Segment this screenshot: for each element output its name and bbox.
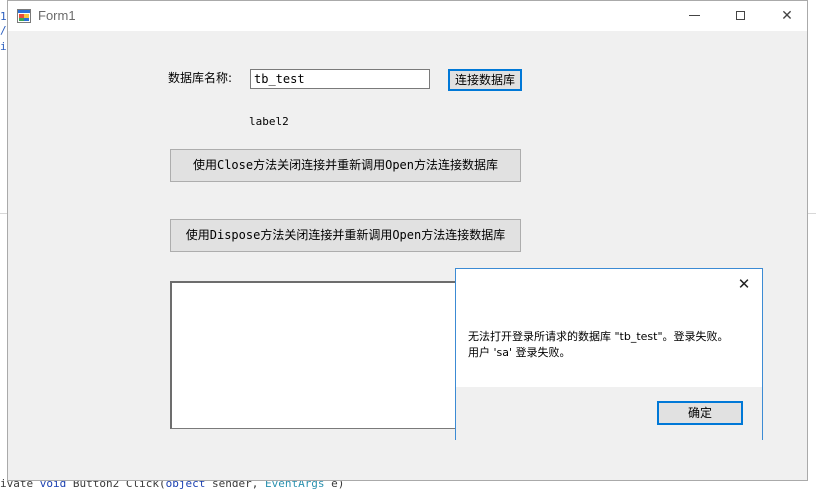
db-name-label: 数据库名称: bbox=[168, 71, 233, 85]
close-icon: ✕ bbox=[781, 8, 793, 24]
status-label: label2 bbox=[249, 115, 289, 128]
error-dialog: ✕ 无法打开登录所请求的数据库 "tb_test"。登录失败。 用户 'sa' … bbox=[455, 268, 763, 440]
connect-db-button[interactable]: 连接数据库 bbox=[448, 69, 522, 91]
title-bar[interactable]: Form1 ✕ bbox=[8, 1, 807, 31]
output-textbox[interactable] bbox=[170, 281, 470, 429]
ide-gutter-mark: 1 bbox=[0, 10, 7, 23]
maximize-icon bbox=[736, 11, 745, 20]
winforms-app-icon bbox=[17, 9, 31, 23]
ide-separator bbox=[808, 213, 816, 214]
minimize-icon bbox=[689, 15, 700, 16]
db-name-input[interactable]: tb_test bbox=[250, 69, 430, 89]
minimize-button[interactable] bbox=[672, 1, 718, 31]
maximize-button[interactable] bbox=[718, 1, 764, 31]
dialog-message: 无法打开登录所请求的数据库 "tb_test"。登录失败。 用户 'sa' 登录… bbox=[468, 329, 753, 361]
close-button[interactable]: ✕ bbox=[764, 1, 810, 31]
ide-gutter-mark: / bbox=[0, 24, 7, 37]
ok-button[interactable]: 确定 bbox=[657, 401, 743, 425]
close-icon: ✕ bbox=[737, 275, 751, 293]
dispose-reopen-button[interactable]: 使用Dispose方法关闭连接并重新调用Open方法连接数据库 bbox=[170, 219, 521, 252]
dialog-message-line: 无法打开登录所请求的数据库 "tb_test"。登录失败。 bbox=[468, 330, 729, 343]
dialog-footer: 确定 bbox=[456, 387, 762, 440]
ide-gutter-mark: i bbox=[0, 40, 7, 53]
dialog-close-button[interactable]: ✕ bbox=[734, 274, 754, 294]
window-title: Form1 bbox=[38, 8, 76, 23]
dialog-message-line: 用户 'sa' 登录失败。 bbox=[468, 346, 571, 359]
close-reopen-button[interactable]: 使用Close方法关闭连接并重新调用Open方法连接数据库 bbox=[170, 149, 521, 182]
